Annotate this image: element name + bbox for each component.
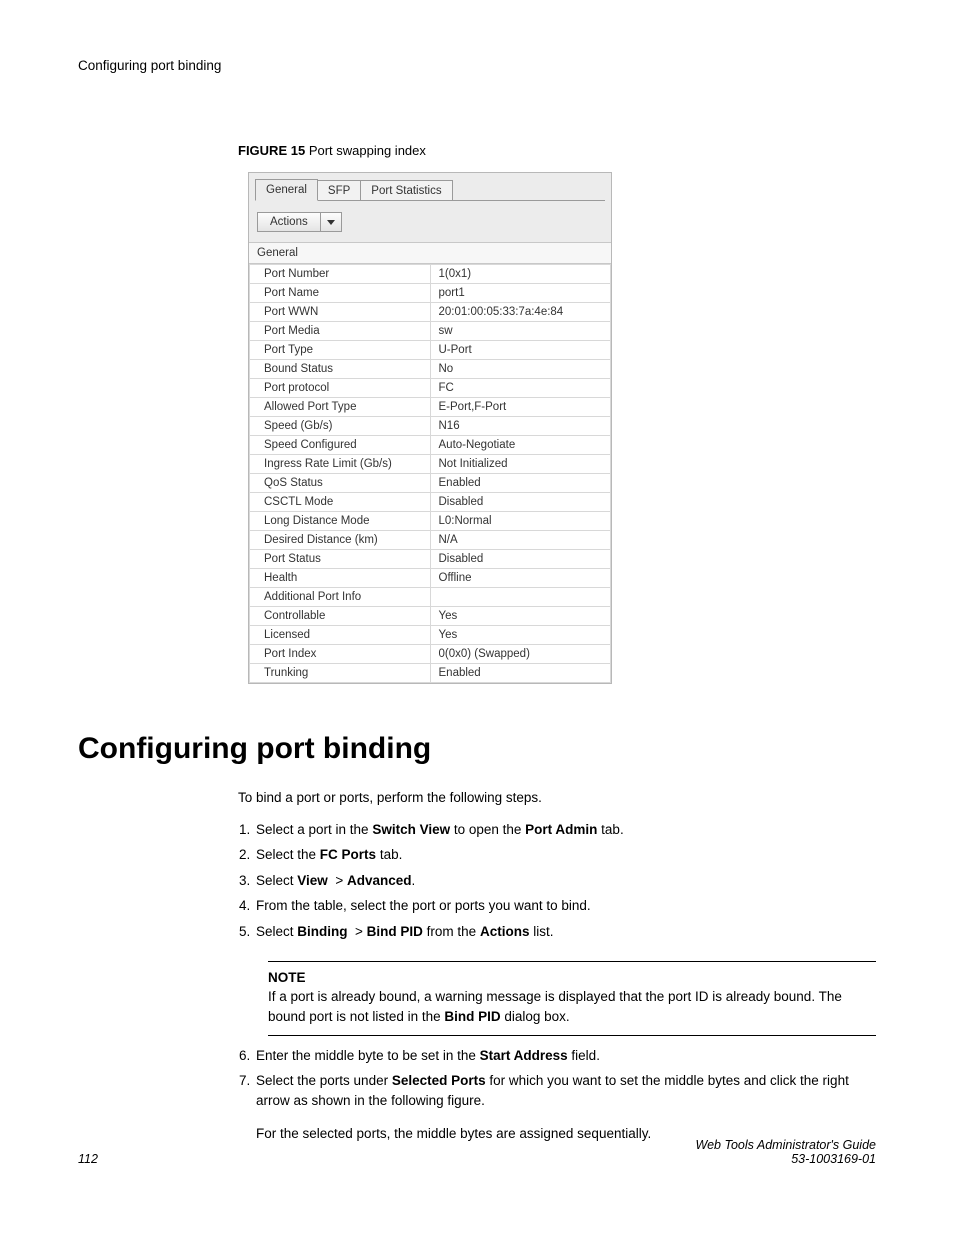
prop-label: Licensed xyxy=(250,626,431,645)
prop-label: Port Name xyxy=(250,284,431,303)
prop-label: QoS Status xyxy=(250,474,431,493)
table-row: Speed (Gb/s)N16 xyxy=(250,417,611,436)
prop-value: L0:Normal xyxy=(430,512,611,531)
prop-label: Long Distance Mode xyxy=(250,512,431,531)
tab-general[interactable]: General xyxy=(255,179,318,201)
table-row: Bound StatusNo xyxy=(250,360,611,379)
table-row: HealthOffline xyxy=(250,569,611,588)
page-number: 112 xyxy=(78,1152,98,1166)
figure-caption: FIGURE 15 Port swapping index xyxy=(238,143,876,158)
prop-value: 20:01:00:05:33:7a:4e:84 xyxy=(430,303,611,322)
prop-label: Speed (Gb/s) xyxy=(250,417,431,436)
prop-value xyxy=(430,588,611,607)
body-content: To bind a port or ports, perform the fol… xyxy=(238,788,876,1144)
note-body: If a port is already bound, a warning me… xyxy=(268,987,876,1026)
chevron-down-icon xyxy=(321,213,341,231)
table-row: Port WWN20:01:00:05:33:7a:4e:84 xyxy=(250,303,611,322)
prop-value: Offline xyxy=(430,569,611,588)
table-row: Port Index0(0x0) (Swapped) xyxy=(250,645,611,664)
prop-value: N/A xyxy=(430,531,611,550)
prop-label: Port Type xyxy=(250,341,431,360)
step-7: Select the ports under Selected Ports fo… xyxy=(254,1071,876,1144)
running-header: Configuring port binding xyxy=(78,58,876,73)
prop-value: N16 xyxy=(430,417,611,436)
table-row: Port protocolFC xyxy=(250,379,611,398)
tab-bar: General SFP Port Statistics xyxy=(249,173,611,201)
step-1: Select a port in the Switch View to open… xyxy=(254,820,876,840)
prop-label: Allowed Port Type xyxy=(250,398,431,417)
prop-value: Enabled xyxy=(430,474,611,493)
step-5: Select Binding > Bind PID from the Actio… xyxy=(254,922,876,942)
prop-value: port1 xyxy=(430,284,611,303)
table-row: Additional Port Info xyxy=(250,588,611,607)
prop-value: Enabled xyxy=(430,664,611,683)
steps-list-1: Select a port in the Switch View to open… xyxy=(254,820,876,942)
page-footer: 112 Web Tools Administrator's Guide 53-1… xyxy=(78,1138,876,1166)
prop-label: Port WWN xyxy=(250,303,431,322)
step-3: Select View > Advanced. xyxy=(254,871,876,891)
table-row: Ingress Rate Limit (Gb/s)Not Initialized xyxy=(250,455,611,474)
prop-value: Disabled xyxy=(430,493,611,512)
prop-value: Yes xyxy=(430,607,611,626)
footer-guide-title: Web Tools Administrator's Guide xyxy=(696,1138,876,1152)
tab-port-statistics[interactable]: Port Statistics xyxy=(360,180,452,201)
step-6: Enter the middle byte to be set in the S… xyxy=(254,1046,876,1066)
prop-label: Ingress Rate Limit (Gb/s) xyxy=(250,455,431,474)
prop-value: Yes xyxy=(430,626,611,645)
prop-label: Health xyxy=(250,569,431,588)
step-4: From the table, select the port or ports… xyxy=(254,896,876,916)
prop-label: Port Status xyxy=(250,550,431,569)
group-header-general: General xyxy=(249,242,611,264)
intro-paragraph: To bind a port or ports, perform the fol… xyxy=(238,788,876,808)
prop-value: sw xyxy=(430,322,611,341)
figure-label: FIGURE 15 xyxy=(238,143,305,158)
prop-label: CSCTL Mode xyxy=(250,493,431,512)
prop-value: 1(0x1) xyxy=(430,265,611,284)
prop-label: Speed Configured xyxy=(250,436,431,455)
steps-list-2: Enter the middle byte to be set in the S… xyxy=(254,1046,876,1144)
prop-value: Not Initialized xyxy=(430,455,611,474)
table-row: Long Distance ModeL0:Normal xyxy=(250,512,611,531)
table-row: Port StatusDisabled xyxy=(250,550,611,569)
step-2: Select the FC Ports tab. xyxy=(254,845,876,865)
note-box: NOTE If a port is already bound, a warni… xyxy=(268,961,876,1035)
prop-label: Port Media xyxy=(250,322,431,341)
tab-sfp[interactable]: SFP xyxy=(317,180,361,201)
prop-label: Port protocol xyxy=(250,379,431,398)
section-heading: Configuring port binding xyxy=(78,732,876,766)
prop-label: Controllable xyxy=(250,607,431,626)
table-row: Allowed Port TypeE-Port,F-Port xyxy=(250,398,611,417)
table-row: Port Number1(0x1) xyxy=(250,265,611,284)
prop-value: Auto-Negotiate xyxy=(430,436,611,455)
note-title: NOTE xyxy=(268,970,876,985)
actions-button-label: Actions xyxy=(258,213,321,231)
prop-label: Trunking xyxy=(250,664,431,683)
prop-value: U-Port xyxy=(430,341,611,360)
table-row: CSCTL ModeDisabled xyxy=(250,493,611,512)
prop-label: Bound Status xyxy=(250,360,431,379)
prop-value: FC xyxy=(430,379,611,398)
table-row: Port Nameport1 xyxy=(250,284,611,303)
table-row: Port Mediasw xyxy=(250,322,611,341)
prop-label: Port Number xyxy=(250,265,431,284)
actions-button[interactable]: Actions xyxy=(257,212,342,232)
prop-label: Port Index xyxy=(250,645,431,664)
footer-doc-number: 53-1003169-01 xyxy=(696,1152,876,1166)
table-row: ControllableYes xyxy=(250,607,611,626)
table-row: Speed ConfiguredAuto-Negotiate xyxy=(250,436,611,455)
table-row: Port TypeU-Port xyxy=(250,341,611,360)
prop-label: Additional Port Info xyxy=(250,588,431,607)
table-row: TrunkingEnabled xyxy=(250,664,611,683)
prop-value: 0(0x0) (Swapped) xyxy=(430,645,611,664)
prop-value: E-Port,F-Port xyxy=(430,398,611,417)
prop-value: No xyxy=(430,360,611,379)
prop-label: Desired Distance (km) xyxy=(250,531,431,550)
port-properties-panel: General SFP Port Statistics Actions Gene… xyxy=(248,172,612,684)
table-row: LicensedYes xyxy=(250,626,611,645)
table-row: QoS StatusEnabled xyxy=(250,474,611,493)
prop-value: Disabled xyxy=(430,550,611,569)
figure-title: Port swapping index xyxy=(309,143,426,158)
properties-table: Port Number1(0x1)Port Nameport1Port WWN2… xyxy=(249,264,611,683)
table-row: Desired Distance (km)N/A xyxy=(250,531,611,550)
